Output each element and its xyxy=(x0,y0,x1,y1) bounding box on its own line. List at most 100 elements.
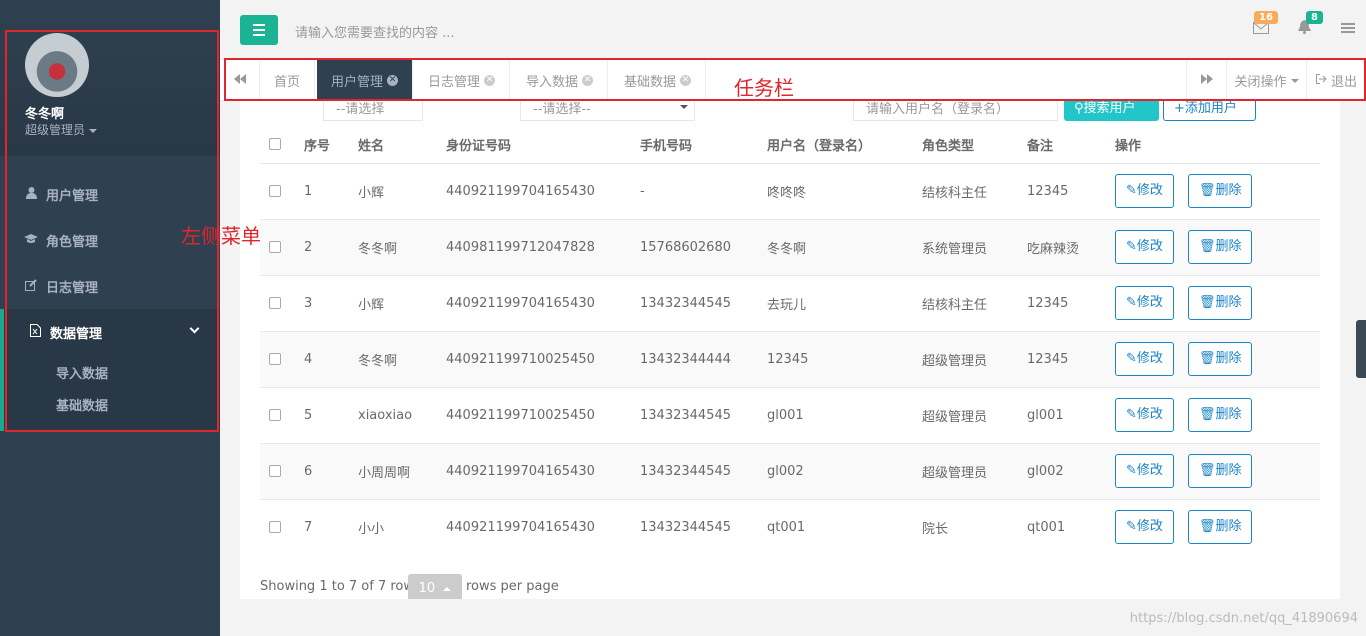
row-checkbox[interactable] xyxy=(269,297,281,309)
tab-log-management[interactable]: 日志管理 ✕ xyxy=(414,60,511,101)
input-placeholder: 请输入用户名（登录名） xyxy=(866,102,1010,117)
pagination-showing: Showing 1 to 7 of 7 rows xyxy=(260,579,421,594)
table-cell: 440921199710025450 xyxy=(446,386,640,443)
delete-button[interactable]: 🗑删除 xyxy=(1187,398,1253,432)
tab-home[interactable]: 首页 xyxy=(260,60,316,101)
table-cell: 小辉 xyxy=(358,274,446,331)
username-search-input[interactable]: 请输入用户名（登录名） xyxy=(853,101,1058,121)
edit-icon: ✎ xyxy=(1126,351,1137,366)
column-header[interactable]: 手机号码 xyxy=(640,126,767,164)
submenu-item-import-data[interactable]: 导入数据 xyxy=(56,363,108,382)
table-row: 6 小周周啊 440921199704165430 13432344545 gl002 超… xyxy=(260,442,1320,499)
edit-button[interactable]: ✎修改 xyxy=(1115,398,1174,432)
table-row: 1 小辉 440921199704165430- 咚咚咚 结核科主任 12345 ✎修改 🗑删… xyxy=(260,162,1320,219)
table-cell: 13432344545 xyxy=(640,442,767,499)
user-icon xyxy=(24,186,38,202)
avatar[interactable] xyxy=(25,33,89,97)
delete-button[interactable]: 🗑删除 xyxy=(1187,342,1253,376)
logout-button[interactable]: 退出 xyxy=(1306,60,1366,101)
table-row: 5 xiaoxiao 440921199710025450 13432344545 gl… xyxy=(260,386,1320,443)
row-checkbox[interactable] xyxy=(269,185,281,197)
table-cell: 吃麻辣烫 xyxy=(1027,218,1115,275)
trash-icon: 🗑 xyxy=(1198,239,1216,254)
table-cell: 去玩儿 xyxy=(767,274,922,331)
row-checkbox[interactable] xyxy=(269,241,281,253)
role-filter-select[interactable]: --请选择 xyxy=(323,101,423,121)
edit-button[interactable]: ✎修改 xyxy=(1115,510,1174,545)
edit-icon xyxy=(24,278,38,294)
tasks-icon[interactable] xyxy=(1341,20,1355,38)
column-header[interactable]: 角色类型 xyxy=(922,126,1027,164)
edit-icon: ✎ xyxy=(1126,183,1137,198)
user-role-dropdown[interactable]: 超级管理员 xyxy=(25,121,98,138)
logout-label: 退出 xyxy=(1330,75,1357,90)
table-cell: gl002 xyxy=(1027,442,1115,499)
table-cell: 12345 xyxy=(1027,162,1115,219)
delete-button[interactable]: 🗑删除 xyxy=(1187,510,1253,545)
tab-scroll-right-button[interactable] xyxy=(1186,60,1226,101)
table-cell: 440921199710025450 xyxy=(446,330,640,387)
sidebar-item-log-management[interactable]: 日志管理 xyxy=(0,263,220,309)
mail-count-badge: 16 xyxy=(1254,11,1278,24)
table-cell: 冬冬啊 xyxy=(358,330,446,387)
close-operations-label: 关闭操作 xyxy=(1234,75,1287,90)
trash-icon: 🗑 xyxy=(1198,407,1216,422)
tab-import-data[interactable]: 导入数据 ✕ xyxy=(512,60,609,101)
close-operations-dropdown[interactable]: 关闭操作 xyxy=(1226,60,1306,101)
row-checkbox[interactable] xyxy=(269,521,281,534)
select-value: --请选择 xyxy=(336,102,385,117)
column-header[interactable]: 序号 xyxy=(304,126,358,164)
top-header: 请输入您需要查找的内容 ... 16 8 xyxy=(220,0,1366,60)
left-menu-annotation: 左侧菜单 xyxy=(181,224,261,248)
row-checkbox[interactable] xyxy=(269,465,281,477)
column-header[interactable]: 备注 xyxy=(1027,126,1115,164)
add-user-button[interactable]: +添加用户 xyxy=(1163,101,1256,121)
scrollbar-handle[interactable] xyxy=(1356,320,1366,378)
rows-per-page-label: rows per page xyxy=(466,579,559,594)
search-user-button[interactable]: ⚲搜索用户 xyxy=(1064,101,1159,121)
edit-button[interactable]: ✎修改 xyxy=(1115,342,1174,376)
column-header[interactable]: 姓名 xyxy=(358,126,446,164)
table-cell: 咚咚咚 xyxy=(767,162,922,219)
tab-user-management[interactable]: 用户管理 ✕ xyxy=(317,60,414,101)
sidebar-item-user-management[interactable]: 用户管理 xyxy=(0,171,220,217)
select-all-checkbox[interactable] xyxy=(269,138,281,151)
close-tab-icon[interactable]: ✕ xyxy=(484,75,496,86)
row-checkbox[interactable] xyxy=(269,409,281,421)
page-size-dropdown[interactable]: 10 xyxy=(408,574,462,599)
table-cell: 院长 xyxy=(922,498,1027,555)
table-cell: gl001 xyxy=(1027,386,1115,443)
button-label: 修改 xyxy=(1136,407,1163,422)
column-header[interactable]: 身份证号码 xyxy=(446,126,640,164)
edit-button[interactable]: ✎修改 xyxy=(1115,174,1174,208)
row-checkbox-cell xyxy=(260,386,304,443)
close-tab-icon[interactable]: ✕ xyxy=(680,75,692,86)
delete-button[interactable]: 🗑删除 xyxy=(1187,286,1253,320)
user-name: 冬冬啊 xyxy=(25,107,65,122)
tab-label: 日志管理 xyxy=(428,75,481,90)
sidebar-toggle-button[interactable] xyxy=(240,15,278,45)
button-label: 删除 xyxy=(1215,463,1242,478)
top-search-input[interactable]: 请输入您需要查找的内容 ... xyxy=(295,22,455,41)
trash-icon: 🗑 xyxy=(1198,183,1216,198)
delete-button[interactable]: 🗑删除 xyxy=(1187,230,1253,264)
sidebar-item-data-management[interactable]: 数据管理 xyxy=(0,309,220,355)
delete-button[interactable]: 🗑删除 xyxy=(1187,174,1253,208)
tab-basic-data[interactable]: 基础数据 ✕ xyxy=(610,60,707,101)
submenu-item-basic-data[interactable]: 基础数据 xyxy=(56,395,108,414)
tab-scroll-left-button[interactable] xyxy=(220,60,260,101)
type-filter-select[interactable]: --请选择-- xyxy=(520,101,695,121)
close-tab-icon[interactable]: ✕ xyxy=(582,75,594,86)
column-header: 操作 xyxy=(1115,126,1320,164)
edit-button[interactable]: ✎修改 xyxy=(1115,454,1174,488)
taskbar-annotation: 任务栏 xyxy=(734,76,794,100)
row-actions-cell: ✎修改 🗑删除 xyxy=(1115,498,1320,555)
edit-button[interactable]: ✎修改 xyxy=(1115,230,1174,264)
row-checkbox[interactable] xyxy=(269,353,281,365)
double-chevron-right-icon xyxy=(1200,73,1213,88)
column-header[interactable]: 用户名（登录名） xyxy=(767,126,922,164)
close-tab-icon[interactable]: ✕ xyxy=(387,75,399,86)
edit-button[interactable]: ✎修改 xyxy=(1115,286,1174,320)
table-cell: gl001 xyxy=(767,386,922,443)
delete-button[interactable]: 🗑删除 xyxy=(1187,454,1253,488)
